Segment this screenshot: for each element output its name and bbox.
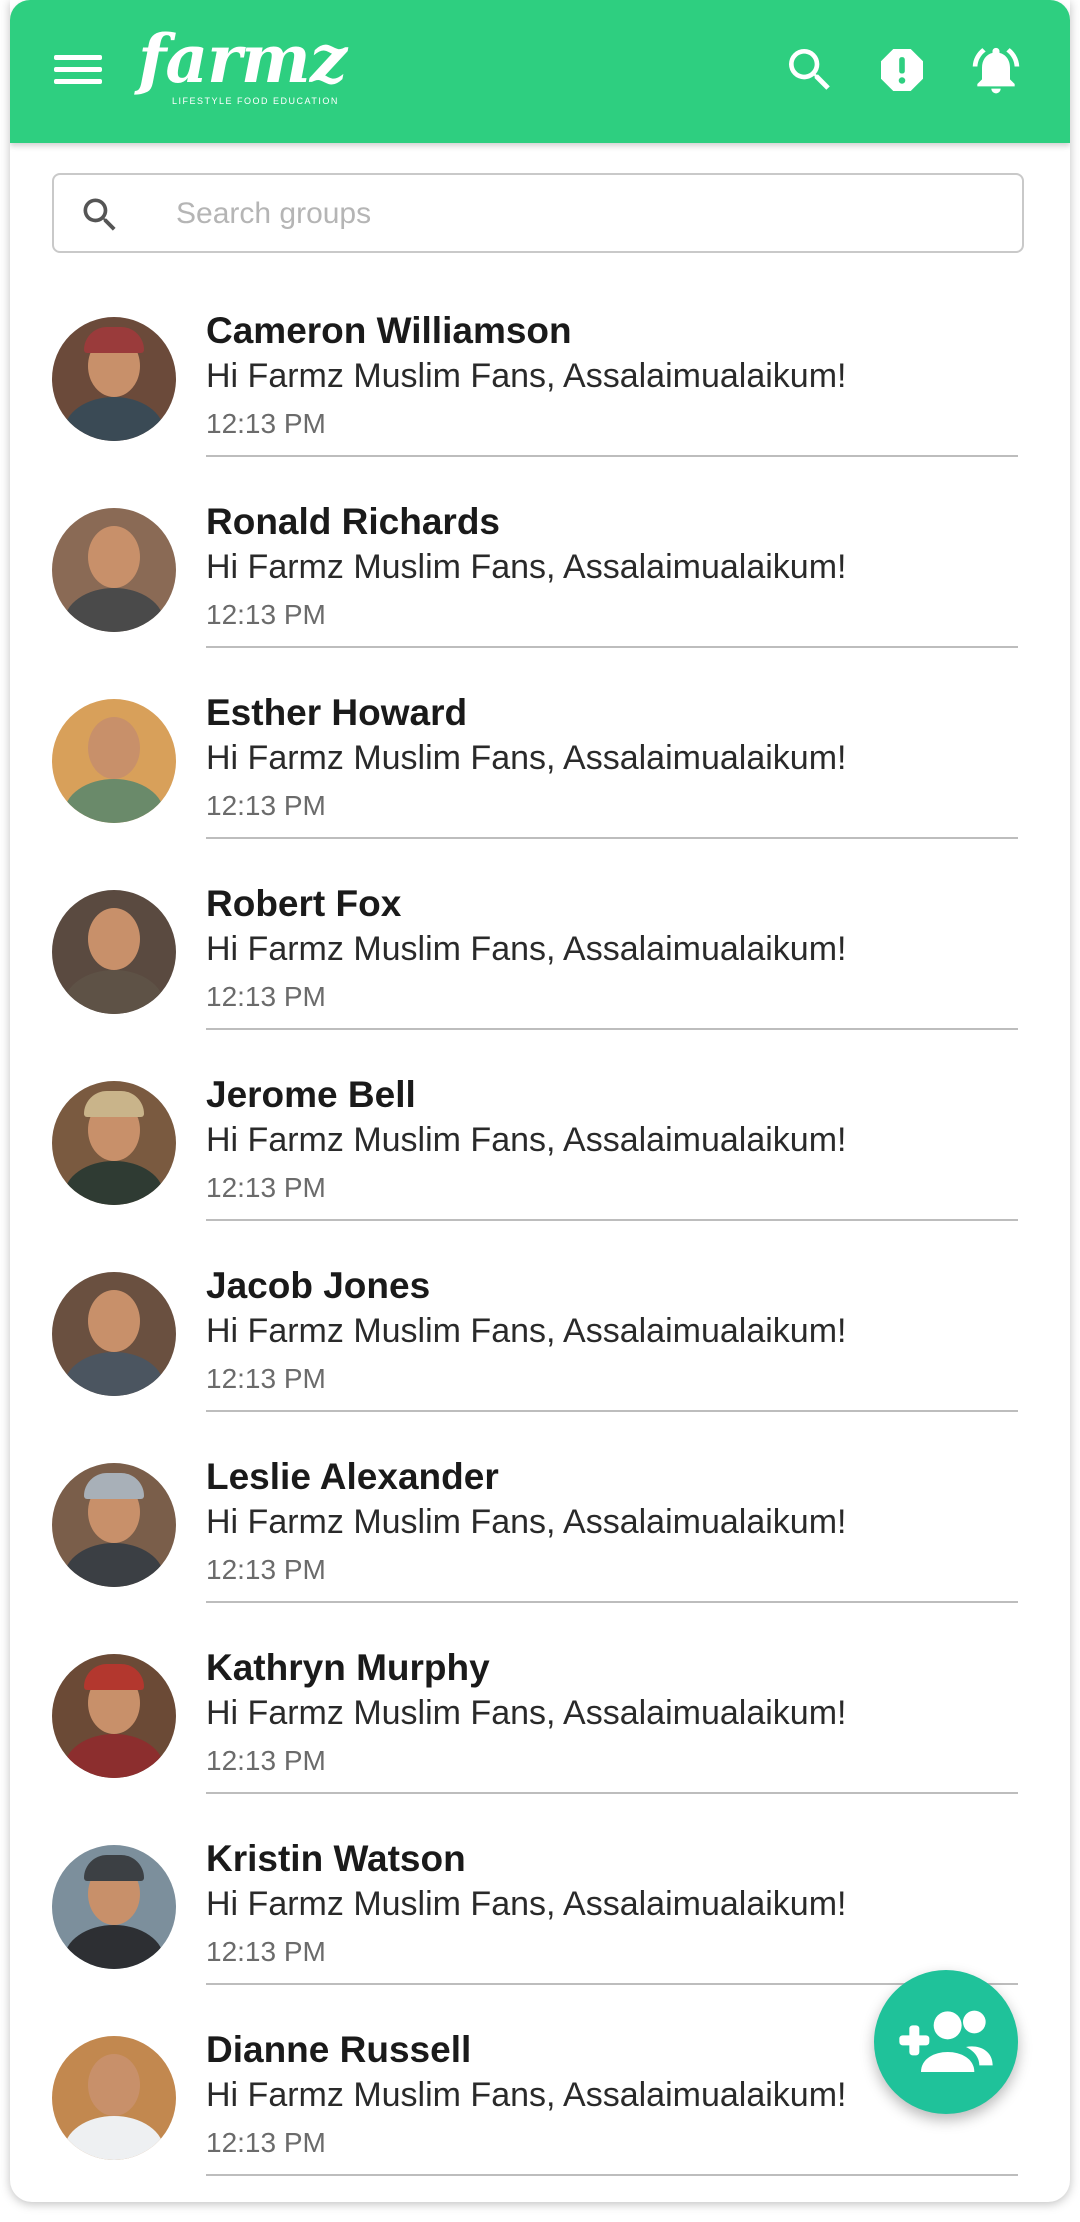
avatar <box>52 508 176 632</box>
search-bar <box>52 173 1024 253</box>
chat-message-preview: Hi Farmz Muslim Fans, Assalaimualaikum! <box>206 930 847 968</box>
avatar <box>52 1081 176 1205</box>
phone-screen: farmz LIFESTYLE FOOD EDUCATION Cameron W… <box>10 0 1070 2202</box>
chat-name: Esther Howard <box>206 692 468 733</box>
avatar <box>52 890 176 1014</box>
report-icon[interactable] <box>874 42 930 98</box>
chat-list-item[interactable]: Jerome Bell Hi Farmz Muslim Fans, Assalai… <box>10 1054 1070 1245</box>
chat-timestamp: 12:13 PM <box>206 1363 326 1394</box>
divider <box>206 837 1018 839</box>
search-field-icon <box>83 198 116 231</box>
chat-list-item[interactable]: Jacob Jones Hi Farmz Muslim Fans, Assalai… <box>10 1245 1070 1436</box>
divider <box>206 1601 1018 1603</box>
divider <box>206 1219 1018 1221</box>
chat-name: Leslie Alexander <box>206 1456 499 1497</box>
avatar <box>52 1272 176 1396</box>
chat-message-preview: Hi Farmz Muslim Fans, Assalaimualaikum! <box>206 2076 847 2114</box>
chat-message-preview: Hi Farmz Muslim Fans, Assalaimualaikum! <box>206 1503 847 1541</box>
chat-timestamp: 12:13 PM <box>206 408 326 439</box>
chat-timestamp: 12:13 PM <box>206 1554 326 1585</box>
bell-icon[interactable] <box>968 42 1024 98</box>
app-bar: farmz LIFESTYLE FOOD EDUCATION <box>10 0 1070 143</box>
logo-tagline: LIFESTYLE FOOD EDUCATION <box>172 96 339 106</box>
chat-name: Kathryn Murphy <box>206 1647 490 1688</box>
chat-message-preview: Hi Farmz Muslim Fans, Assalaimualaikum! <box>206 739 847 777</box>
divider <box>206 1410 1018 1412</box>
chat-message-preview: Hi Farmz Muslim Fans, Assalaimualaikum! <box>206 1885 847 1923</box>
chat-message-preview: Hi Farmz Muslim Fans, Assalaimualaikum! <box>206 357 847 395</box>
chat-list-item[interactable]: Kathryn Murphy Hi Farmz Muslim Fans, Assa… <box>10 1627 1070 1818</box>
avatar <box>52 1654 176 1778</box>
search-icon[interactable] <box>782 42 838 98</box>
chat-message-preview: Hi Farmz Muslim Fans, Assalaimualaikum! <box>206 548 847 586</box>
farmz-logo: farmz LIFESTYLE FOOD EDUCATION <box>138 20 347 116</box>
chat-name: Jacob Jones <box>206 1265 431 1306</box>
chat-timestamp: 12:13 PM <box>206 1172 326 1203</box>
divider <box>206 646 1018 648</box>
avatar <box>52 2036 176 2160</box>
chat-timestamp: 12:13 PM <box>206 981 326 1012</box>
chat-list-item[interactable]: Esther Howard Hi Farmz Muslim Fans, Assal… <box>10 672 1070 863</box>
chat-name: Ronald Richards <box>206 501 500 542</box>
logo-text: farmz <box>138 20 347 98</box>
chat-list-item[interactable]: Leslie Alexander Hi Farmz Muslim Fans, As… <box>10 1436 1070 1627</box>
chat-name: Dianne Russell <box>206 2029 472 2070</box>
avatar <box>52 699 176 823</box>
chat-list-item[interactable]: Cameron Williamson Hi Farmz Muslim Fans, … <box>10 290 1070 481</box>
chat-timestamp: 12:13 PM <box>206 2127 326 2158</box>
chat-timestamp: 12:13 PM <box>206 1745 326 1776</box>
menu-icon[interactable] <box>54 52 104 88</box>
chat-timestamp: 12:13 PM <box>206 599 326 630</box>
chat-message-preview: Hi Farmz Muslim Fans, Assalaimualaikum! <box>206 1121 847 1159</box>
chat-message-preview: Hi Farmz Muslim Fans, Assalaimualaikum! <box>206 1312 847 1350</box>
search-input[interactable] <box>174 187 998 241</box>
divider <box>206 1028 1018 1030</box>
divider <box>206 2174 1018 2176</box>
add-group-icon <box>899 2010 993 2072</box>
chat-name: Kristin Watson <box>206 1838 466 1879</box>
divider <box>206 1792 1018 1794</box>
chat-timestamp: 12:13 PM <box>206 790 326 821</box>
add-group-button[interactable] <box>874 1970 1018 2114</box>
divider <box>206 455 1018 457</box>
chat-message-preview: Hi Farmz Muslim Fans, Assalaimualaikum! <box>206 1694 847 1732</box>
divider <box>206 1983 1018 1985</box>
chat-list-item[interactable]: Robert Fox Hi Farmz Muslim Fans, Assalaim… <box>10 863 1070 1054</box>
avatar <box>52 1845 176 1969</box>
avatar <box>52 1463 176 1587</box>
avatar <box>52 317 176 441</box>
chat-list-item[interactable]: Ronald Richards Hi Farmz Muslim Fans, Ass… <box>10 481 1070 672</box>
chat-name: Cameron Williamson <box>206 310 572 351</box>
chat-name: Jerome Bell <box>206 1074 416 1115</box>
chat-timestamp: 12:13 PM <box>206 1936 326 1967</box>
chat-name: Robert Fox <box>206 883 402 924</box>
group-chat-list: Cameron Williamson Hi Farmz Muslim Fans, … <box>10 290 1070 2200</box>
